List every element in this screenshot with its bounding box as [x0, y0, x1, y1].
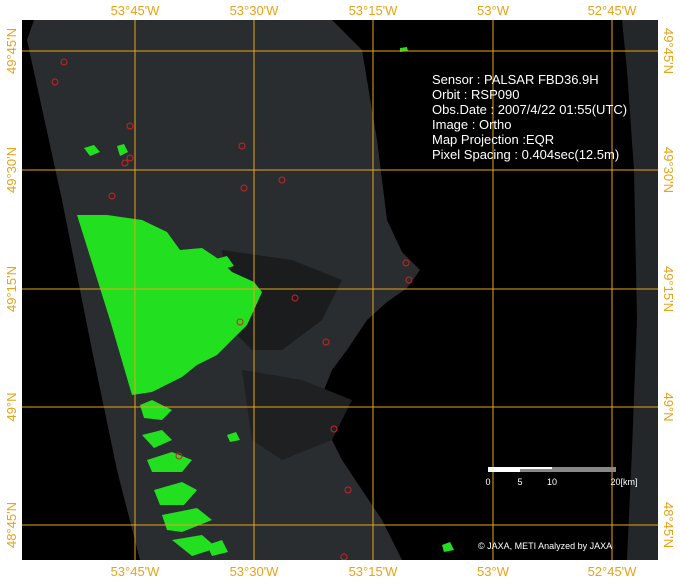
- latitude-label-right: 49°45'N: [661, 28, 676, 74]
- info-obs-date: Obs.Date : 2007/4/22 01:55(UTC): [432, 102, 628, 117]
- latitude-label-right: 49°30'N: [661, 147, 676, 193]
- flood-area: [442, 542, 454, 552]
- info-image: Image : Ortho: [432, 117, 512, 132]
- map-figure: 53°45'W 53°30'W 53°15'W 53°W 52°45'W 53°…: [0, 0, 680, 584]
- scale-tick-label: 0: [485, 477, 491, 487]
- longitude-label-bottom: 53°45'W: [110, 564, 160, 579]
- latitude-label-left: 49°45'N: [4, 28, 19, 74]
- scale-segment: [488, 467, 520, 472]
- info-orbit: Orbit : RSP090: [432, 87, 520, 102]
- latitude-label-left: 48°45'N: [4, 502, 19, 548]
- scale-segment: [520, 467, 552, 469]
- scale-bar: 0 5 10 20[km]: [485, 467, 638, 487]
- info-pixel-spacing: Pixel Spacing : 0.404sec(12.5m): [432, 147, 620, 162]
- longitude-label-bottom: 53°30'W: [229, 564, 279, 579]
- latitude-label-right: 49°N: [661, 392, 676, 422]
- scale-tick-label: 5: [517, 477, 523, 487]
- info-sensor: Sensor : PALSAR FBD36.9H: [432, 72, 599, 87]
- longitude-label-top: 53°W: [477, 3, 509, 18]
- copyright-text: © JAXA, METI Analyzed by JAXA: [478, 541, 613, 551]
- longitude-label-top: 52°45'W: [587, 3, 637, 18]
- scale-tick-label: 10: [546, 477, 558, 487]
- longitude-label-bottom: 52°45'W: [587, 564, 637, 579]
- longitude-label-top: 53°45'W: [110, 3, 160, 18]
- latitude-label-left: 49°15'N: [4, 266, 19, 312]
- scale-segment: [552, 467, 616, 472]
- longitude-label-top: 53°15'W: [348, 3, 398, 18]
- scale-tick-label: 20[km]: [610, 477, 638, 487]
- longitude-label-bottom: 53°15'W: [348, 564, 398, 579]
- latitude-label-left: 49°30'N: [4, 147, 19, 193]
- latitude-label-right: 48°45'N: [661, 502, 676, 548]
- latitude-label-right: 49°15'N: [661, 266, 676, 312]
- info-map-projection: Map Projection :EQR: [432, 132, 555, 147]
- longitude-label-top: 53°30'W: [229, 3, 279, 18]
- sensor-info-block: Sensor : PALSAR FBD36.9H Orbit : RSP090 …: [432, 72, 627, 162]
- longitude-label-bottom: 53°W: [477, 564, 509, 579]
- latitude-label-left: 49°N: [4, 392, 19, 422]
